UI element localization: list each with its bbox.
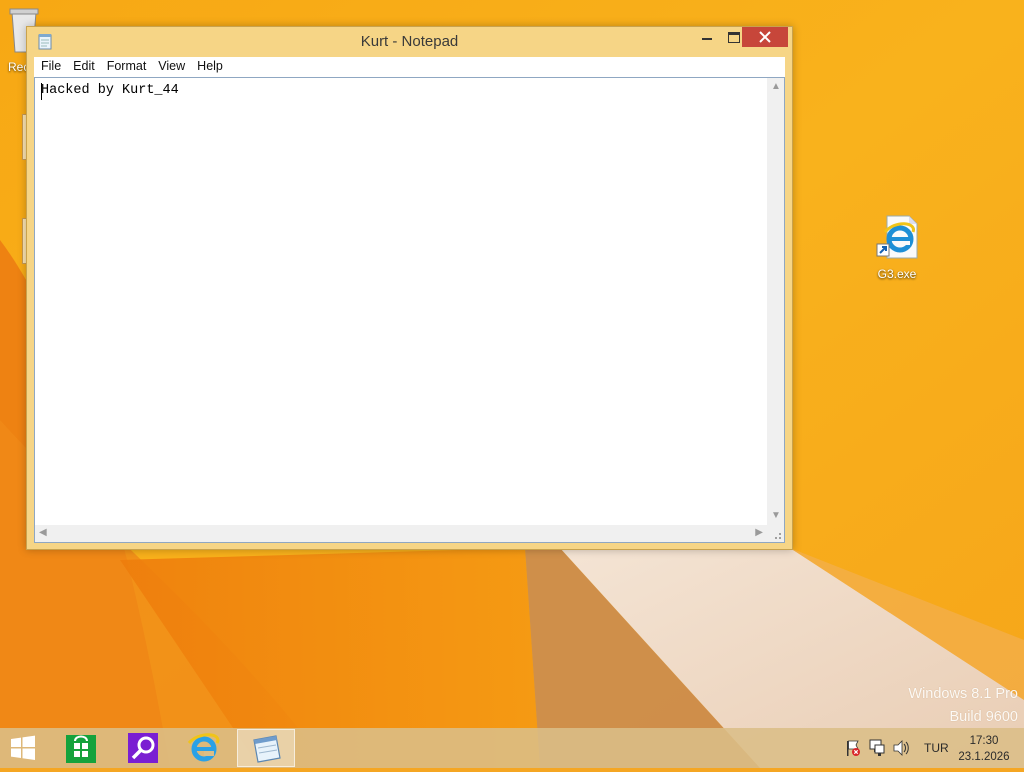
system-clock[interactable]: 17:30 23.1.2026 xyxy=(952,733,1016,765)
action-center-flag-icon[interactable] xyxy=(844,728,862,768)
menu-edit[interactable]: Edit xyxy=(73,57,95,73)
search-icon xyxy=(128,733,158,763)
menu-file[interactable]: File xyxy=(41,57,61,73)
input-language[interactable]: TUR xyxy=(924,741,949,755)
notepad-window[interactable]: Kurt - Notepad File Edit Format View Help Ha… xyxy=(26,26,793,550)
scroll-right-icon[interactable]: ▶ xyxy=(755,528,763,538)
watermark-build: Build 9600 xyxy=(949,709,1018,725)
text-caret xyxy=(41,83,42,100)
taskbar-store[interactable] xyxy=(53,729,111,767)
close-icon xyxy=(759,31,771,43)
volume-icon[interactable] xyxy=(892,728,910,768)
scroll-down-icon[interactable]: ▼ xyxy=(771,511,781,521)
taskbar: TUR 17:30 23.1.2026 xyxy=(0,728,1024,768)
clock-time: 17:30 xyxy=(969,735,999,747)
scroll-left-icon[interactable]: ◀ xyxy=(39,528,47,538)
text-editor[interactable]: Hacked by Kurt_44 ▲ ▼ ◀ ▶ xyxy=(34,77,785,543)
minimize-button[interactable] xyxy=(693,27,721,47)
clock-date: 23.1.2026 xyxy=(958,751,1010,763)
resize-grip-icon xyxy=(775,533,781,539)
taskbar-internet-explorer[interactable] xyxy=(175,729,233,767)
window-title: Kurt - Notepad xyxy=(360,33,459,50)
internet-explorer-icon xyxy=(876,215,918,259)
close-button[interactable] xyxy=(742,27,788,47)
watermark-edition: Windows 8.1 Pro xyxy=(908,686,1018,702)
desktop-shortcut-label: G3.exe xyxy=(877,267,917,281)
title-bar[interactable]: Kurt - Notepad xyxy=(27,27,792,57)
internet-explorer-icon xyxy=(187,733,220,762)
start-button[interactable] xyxy=(8,734,40,762)
taskbar-notepad[interactable] xyxy=(237,729,295,767)
notepad-icon xyxy=(253,735,281,763)
vertical-scrollbar[interactable]: ▲ ▼ xyxy=(767,78,784,525)
windows-logo-icon xyxy=(11,735,35,760)
taskbar-search[interactable] xyxy=(114,729,172,767)
resize-grip[interactable] xyxy=(767,525,784,542)
menu-help[interactable]: Help xyxy=(197,57,223,73)
menu-format[interactable]: Format xyxy=(107,57,147,73)
network-icon[interactable] xyxy=(868,728,886,768)
scroll-up-icon[interactable]: ▲ xyxy=(771,82,781,92)
horizontal-scrollbar[interactable]: ◀ ▶ xyxy=(35,525,767,542)
windows-watermark: Windows 8.1 Pro Build 9600 xyxy=(908,683,1018,729)
menu-bar: File Edit Format View Help xyxy=(34,57,785,77)
menu-view[interactable]: View xyxy=(158,57,185,73)
desktop-shortcut-g3[interactable]: G3.exe xyxy=(858,212,936,288)
editor-content[interactable]: Hacked by Kurt_44 xyxy=(41,83,179,98)
store-icon xyxy=(66,735,96,763)
